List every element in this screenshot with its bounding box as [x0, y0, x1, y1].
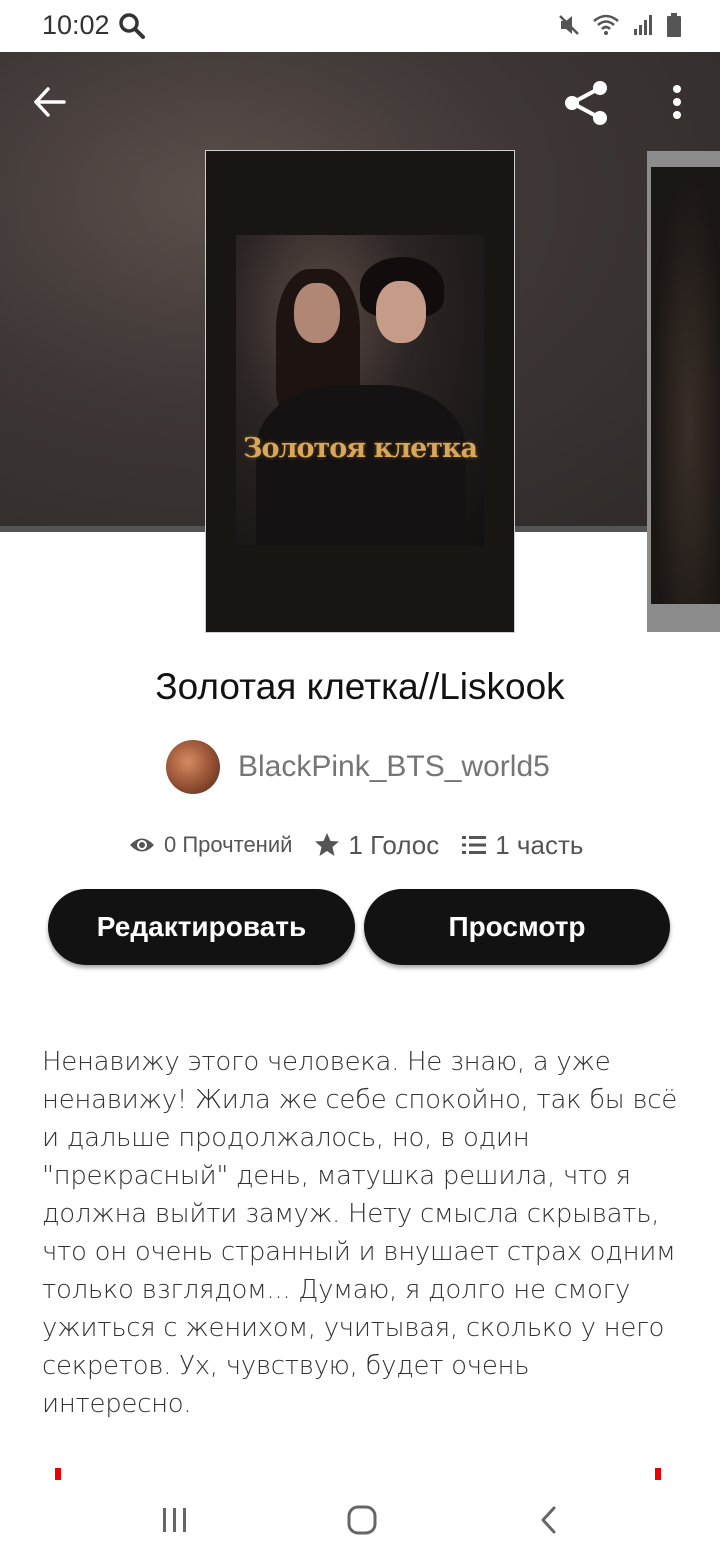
share-icon[interactable] — [562, 78, 612, 128]
author-avatar[interactable] — [166, 740, 220, 794]
star-icon — [315, 833, 340, 856]
edit-button[interactable]: Редактировать — [48, 889, 355, 965]
cover-figure-face-left — [294, 283, 340, 343]
list-icon — [462, 836, 487, 854]
back-arrow-icon[interactable] — [28, 80, 72, 124]
home-icon[interactable] — [346, 1504, 378, 1536]
battery-icon — [667, 13, 681, 37]
red-marker-right — [655, 1468, 661, 1480]
story-description: Ненавижу этого человека. Не знаю, а уже … — [42, 1047, 677, 1419]
back-icon[interactable] — [536, 1504, 562, 1536]
votes-count: 1 Голос — [348, 829, 440, 860]
reads-stat: 0 Прочтений — [128, 832, 292, 858]
parts-stat: 1 часть — [461, 830, 583, 861]
next-cover-artwork — [651, 167, 720, 604]
more-vert-icon[interactable] — [662, 80, 692, 124]
mute-icon — [559, 15, 579, 35]
wifi-icon — [593, 14, 619, 35]
red-marker-left — [55, 1468, 61, 1480]
view-button[interactable]: Просмотр — [364, 889, 670, 965]
status-time: 10:02 — [42, 10, 110, 40]
search-icon — [119, 13, 145, 39]
story-cover-image[interactable]: Золотоя клетка — [206, 151, 514, 632]
votes-stat: 1 Голос — [314, 830, 439, 861]
reads-count: 0 Прочтений — [164, 832, 293, 857]
cover-artwork — [236, 235, 484, 545]
parts-count: 1 часть — [495, 829, 584, 860]
story-stats: 0 Прочтений 1 Голос 1 часть — [128, 826, 583, 864]
status-bar: 10:02 — [0, 0, 720, 52]
author-row[interactable]: BlackPink_BTS_world5 — [166, 740, 550, 794]
cover-title-text: Золотоя клетка — [242, 433, 478, 464]
story-title: Золотая клетка//Liskook — [155, 666, 565, 707]
next-cover-image[interactable] — [647, 151, 720, 632]
cover-figure-face-right — [376, 281, 426, 343]
cover-figure-bodies — [256, 385, 466, 545]
recents-icon[interactable] — [160, 1506, 190, 1534]
partial-content-row — [0, 1460, 720, 1480]
eye-icon — [130, 838, 154, 852]
signal-icon — [634, 15, 652, 35]
system-nav-bar — [0, 1480, 720, 1560]
author-name[interactable]: BlackPink_BTS_world5 — [238, 750, 550, 784]
